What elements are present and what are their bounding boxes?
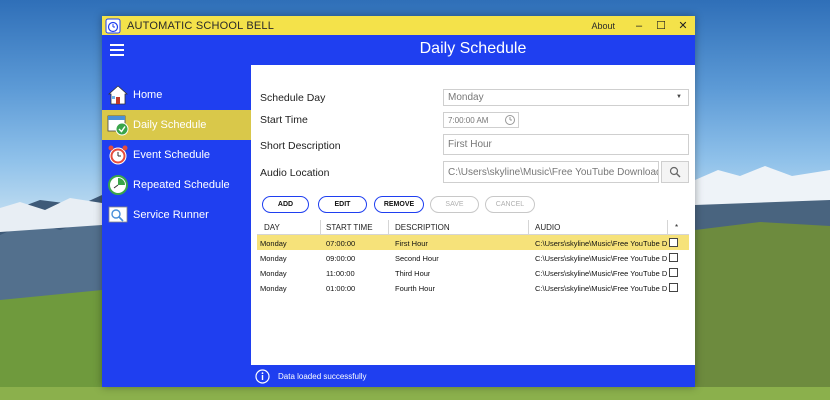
app-title: AUTOMATIC SCHOOL BELL [127, 19, 275, 32]
cell-description: First Hour [395, 239, 428, 248]
header-bar: Daily Schedule [102, 35, 695, 65]
status-message: Data loaded successfully [278, 371, 367, 381]
column-header-day[interactable]: DAY [264, 223, 280, 232]
table-row[interactable]: Monday 01:00:00 Fourth Hour C:\Users\skylin… [257, 280, 689, 295]
short-description-value: First Hour [448, 139, 492, 150]
cell-day: Monday [260, 284, 287, 293]
minimize-button[interactable]: – [629, 20, 649, 32]
start-time-label: Start Time [260, 114, 308, 126]
row-checkbox[interactable] [669, 238, 678, 247]
table-body: Monday 07:00:00 First Hour C:\Users\skyline… [257, 235, 689, 295]
sidebar-item-label: Repeated Schedule [133, 179, 230, 191]
page-title: Daily Schedule [419, 40, 527, 57]
audio-location-label: Audio Location [260, 167, 330, 179]
cell-audio: C:\Users\skyline\Music\Free YouTube Dov [535, 239, 667, 248]
status-bar: Data loaded successfully [251, 365, 695, 387]
cell-audio: C:\Users\skyline\Music\Free YouTube Dov [535, 269, 667, 278]
row-checkbox[interactable] [669, 268, 678, 277]
cell-start-time: 11:00:00 [326, 269, 355, 278]
start-time-picker[interactable]: 7:00:00 AM [443, 112, 519, 128]
sidebar-item-home[interactable]: Home [102, 80, 251, 110]
audio-location-value: C:\Users\skyline\Music\Free YouTube Down… [448, 166, 658, 178]
short-description-label: Short Description [260, 140, 341, 152]
repeat-clock-icon [108, 175, 128, 195]
sidebar-item-event-schedule[interactable]: Event Schedule [102, 140, 251, 170]
browse-button[interactable] [661, 161, 689, 183]
table-row[interactable]: Monday 11:00:00 Third Hour C:\Users\skyline… [257, 265, 689, 280]
schedule-day-label: Schedule Day [260, 92, 326, 104]
schedule-day-select[interactable]: Monday ▼ [443, 89, 689, 106]
cell-start-time: 07:00:00 [326, 239, 356, 248]
table-row[interactable]: Monday 09:00:00 Second Hour C:\Users\skylin… [257, 250, 689, 265]
save-button[interactable]: SAVE [430, 196, 479, 213]
calendar-clock-icon [107, 115, 129, 136]
search-icon [669, 166, 681, 178]
cell-description: Fourth Hour [395, 284, 436, 293]
row-checkbox[interactable] [669, 253, 678, 262]
alarm-clock-icon [108, 145, 128, 165]
cell-description: Third Hour [395, 269, 431, 278]
column-header-description[interactable]: DESCRIPTION [395, 223, 450, 232]
cell-day: Monday [260, 269, 287, 278]
cell-audio: C:\Users\skyline\Music\Free YouTube Dov [535, 254, 667, 263]
clock-icon[interactable] [504, 114, 516, 126]
cell-start-time: 09:00:00 [326, 254, 356, 263]
cell-audio: C:\Users\skyline\Music\Free YouTube Dov [535, 284, 667, 293]
add-button[interactable]: ADD [262, 196, 309, 213]
title-bar[interactable]: AUTOMATIC SCHOOL BELL About – ☐ ✕ [102, 16, 695, 35]
sidebar: Home Daily Schedule Event Schedule Repea… [102, 65, 251, 365]
cell-start-time: 01:00:00 [326, 284, 356, 293]
cancel-button[interactable]: CANCEL [485, 196, 535, 213]
maximize-button[interactable]: ☐ [651, 19, 671, 32]
schedule-day-value: Monday [448, 92, 484, 103]
audio-location-input[interactable]: C:\Users\skyline\Music\Free YouTube Down… [443, 161, 659, 183]
sidebar-item-label: Service Runner [133, 209, 209, 221]
sidebar-item-service-runner[interactable]: Service Runner [102, 200, 251, 230]
hamburger-menu-icon[interactable] [110, 44, 124, 59]
info-icon [255, 368, 270, 384]
sidebar-item-label: Daily Schedule [133, 119, 207, 131]
schedule-table: DAY START TIME DESCRIPTION AUDIO * Monda… [257, 220, 689, 295]
sidebar-item-repeated-schedule[interactable]: Repeated Schedule [102, 170, 251, 200]
column-header-select[interactable]: * [675, 223, 678, 232]
service-runner-icon [108, 206, 128, 223]
column-header-start-time[interactable]: START TIME [326, 223, 373, 232]
start-time-value: 7:00:00 AM [448, 115, 489, 125]
main-content: Schedule Day Monday ▼ Start Time 7:00:00… [251, 65, 695, 365]
cell-description: Second Hour [395, 254, 439, 263]
sidebar-item-daily-schedule[interactable]: Daily Schedule [102, 110, 251, 140]
chevron-down-icon: ▼ [676, 94, 682, 100]
remove-button[interactable]: REMOVE [374, 196, 424, 213]
app-window: AUTOMATIC SCHOOL BELL About – ☐ ✕ Daily … [102, 16, 695, 387]
cell-day: Monday [260, 254, 287, 263]
sidebar-item-label: Home [133, 89, 163, 101]
row-checkbox[interactable] [669, 283, 678, 292]
table-row[interactable]: Monday 07:00:00 First Hour C:\Users\skyline… [257, 235, 689, 250]
column-header-audio[interactable]: AUDIO [535, 223, 560, 232]
sidebar-item-label: Event Schedule [133, 149, 211, 161]
short-description-input[interactable]: First Hour [443, 134, 689, 155]
status-bar-left [102, 365, 251, 387]
close-button[interactable]: ✕ [673, 19, 693, 32]
table-header: DAY START TIME DESCRIPTION AUDIO * [257, 220, 689, 235]
cell-day: Monday [260, 239, 287, 248]
about-link[interactable]: About [591, 21, 615, 31]
home-icon [107, 85, 129, 105]
bell-app-icon [105, 18, 121, 33]
edit-button[interactable]: EDIT [318, 196, 367, 213]
